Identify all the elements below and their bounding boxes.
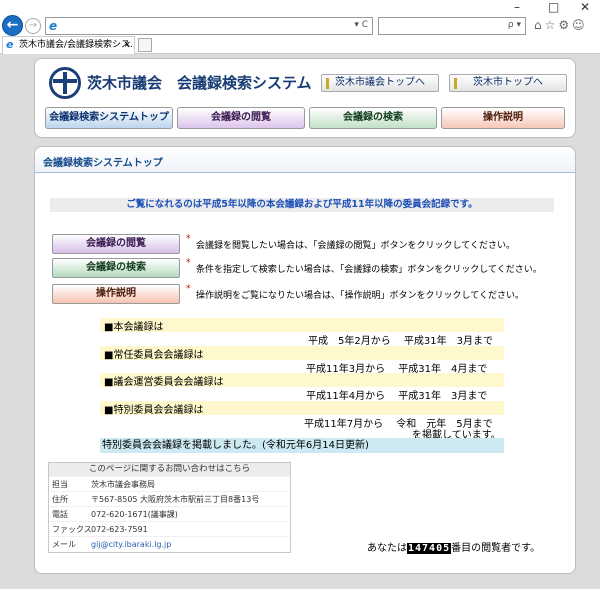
counter-digits: 147405: [407, 543, 452, 554]
nav-tab-system-top[interactable]: 会議録検索システムトップ: [45, 107, 173, 129]
record-period-plenary: 平成 5年2月から 平成31年 3月まで: [308, 336, 493, 347]
visitor-counter: あなたは147405番目の閲覧者です。: [367, 543, 541, 554]
minimize-button[interactable]: –: [514, 0, 520, 14]
search-button[interactable]: 会議録の検索: [52, 258, 180, 278]
title-bar: – □ ✕: [0, 0, 600, 14]
content-heading: 会議録検索システムトップ: [35, 147, 575, 173]
help-description: 操作説明をご覧になりたい場合は、「操作説明」ボタンをクリックしてください。: [196, 291, 524, 301]
maximize-button[interactable]: □: [548, 0, 559, 14]
browse-description: 会議録を閲覧したい場合は、「会議録の閲覧」ボタンをクリックしてください。: [196, 241, 515, 251]
contact-row: 担当 茨木市議会事務局: [49, 476, 290, 491]
record-label-plenary: ■本会議録は: [104, 322, 164, 333]
ie-page-icon: e: [49, 19, 58, 33]
ie-tab-icon: e: [6, 38, 14, 51]
contact-row: 電話 072-620-1671(議事課): [49, 506, 290, 521]
contact-row: ファックス 072-623-7591: [49, 521, 290, 536]
contact-row: メール gij@city.ibaraki.lg.jp: [49, 536, 290, 551]
contact-row: 住所 〒567-8505 大阪府茨木市駅前三丁目8番13号: [49, 491, 290, 506]
browse-button[interactable]: 会議録の閲覧: [52, 234, 180, 254]
forward-arrow-icon[interactable]: →: [25, 18, 41, 34]
new-tab-button[interactable]: [138, 38, 152, 52]
contact-heading: このページに関するお問い合わせはこちら: [49, 463, 290, 476]
site-title: 茨木市議会 会議録検索システム: [87, 74, 312, 92]
email-link[interactable]: gij@city.ibaraki.lg.jp: [91, 537, 171, 552]
address-bar[interactable]: e ▾ C: [45, 17, 373, 35]
record-label-steering: ■議会運営委員会会議録は: [104, 377, 224, 388]
search-tools-icon[interactable]: ρ ▾: [508, 20, 521, 30]
search-description: 条件を指定して検索したい場合は、「会議録の検索」ボタンをクリックしてください。: [196, 265, 542, 275]
link-assembly-top[interactable]: 茨木市議会トップへ: [321, 74, 439, 92]
availability-notice: ご覧になれるのは平成5年以降の本会議録および平成11年以降の委員会記録です。: [50, 198, 554, 212]
nav-tab-search[interactable]: 会議録の検索: [309, 107, 437, 129]
nav-tab-browse[interactable]: 会議録の閲覧: [177, 107, 305, 129]
tab-close-icon[interactable]: ×: [123, 37, 131, 53]
asterisk-mark: *: [186, 284, 191, 294]
record-label-standing: ■常任委員会会議録は: [104, 350, 204, 361]
browser-tab[interactable]: e 茨木市議会/会議録検索シス... ×: [2, 36, 135, 54]
record-label-special: ■特別委員会会議録は: [104, 405, 204, 416]
link-city-top[interactable]: 茨木市トップへ: [449, 74, 567, 92]
navigation-toolbar: ← → e ▾ C ρ ▾ ⌂☆⚙☺: [0, 14, 600, 36]
record-period-steering: 平成11年4月から 平成31年 3月まで: [306, 391, 488, 402]
tab-strip: e 茨木市議会/会議録検索シス... ×: [0, 36, 600, 54]
tab-title: 茨木市議会/会議録検索シス...: [19, 40, 135, 50]
update-note: 特別委員会会議録を掲載しました。(令和元年6月14日更新): [100, 438, 504, 453]
back-arrow-icon[interactable]: ←: [2, 15, 23, 36]
nav-tab-help[interactable]: 操作説明: [441, 107, 565, 129]
asterisk-mark: *: [186, 258, 191, 268]
link-marker-icon: [454, 78, 457, 89]
toolbar-icons[interactable]: ⌂☆⚙☺: [534, 18, 588, 32]
link-marker-icon: [326, 78, 329, 89]
browser-search-input[interactable]: ρ ▾: [378, 17, 526, 35]
city-emblem-icon: [49, 67, 81, 99]
site-header: 茨木市議会 会議録検索システム 茨木市議会トップへ 茨木市トップへ 会議録検索シ…: [34, 58, 576, 138]
contact-box: このページに関するお問い合わせはこちら 担当 茨木市議会事務局 住所 〒567-85…: [48, 462, 291, 553]
asterisk-mark: *: [186, 234, 191, 244]
help-button[interactable]: 操作説明: [52, 284, 180, 304]
address-tools-icon[interactable]: ▾ C: [354, 20, 368, 30]
close-window-button[interactable]: ✕: [580, 0, 590, 14]
